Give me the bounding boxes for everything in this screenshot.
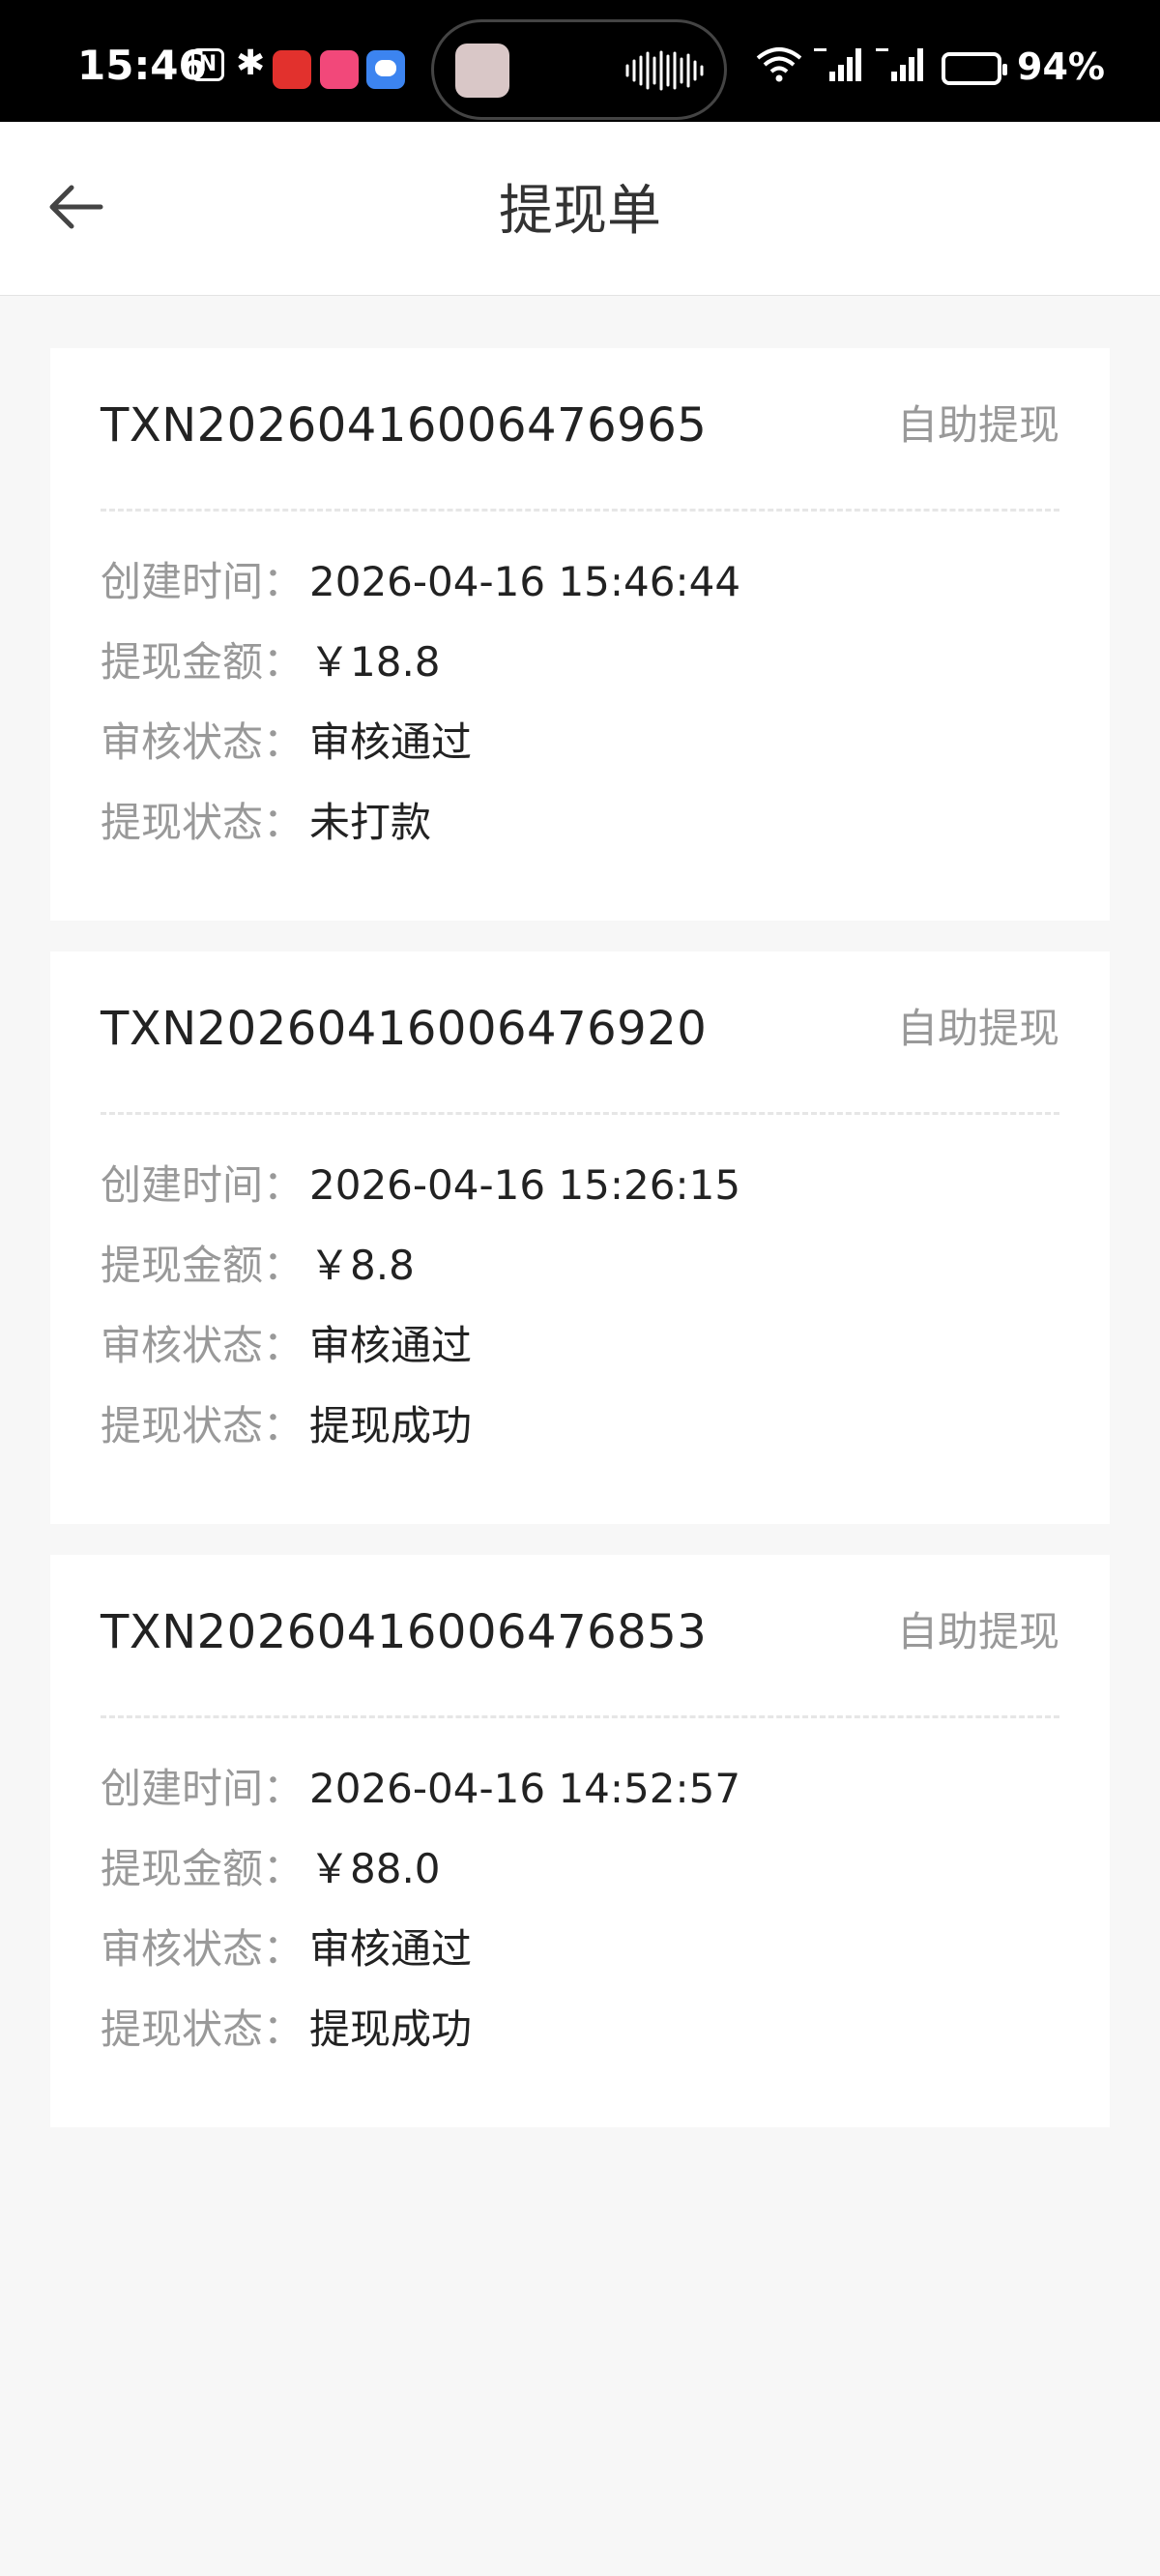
review-status-label: 审核状态：: [101, 718, 304, 766]
created-time-value: 2026-04-16 15:26:15: [309, 1161, 741, 1209]
media-thumbnail: [455, 44, 509, 98]
created-time-row: 创建时间： 2026-04-16 14:52:57: [101, 1764, 1059, 1844]
review-status-value: 审核通过: [309, 1925, 473, 1973]
created-time-value: 2026-04-16 15:46:44: [309, 558, 741, 605]
signal-5g-icon: [876, 48, 923, 81]
battery-percent: 94%: [1017, 45, 1105, 88]
card-header: TXN20260416006476920 自助提现: [101, 1000, 1059, 1058]
created-time-value: 2026-04-16 14:52:57: [309, 1765, 741, 1812]
top-app-bar: 提现单: [0, 122, 1160, 296]
review-status-row: 审核状态： 审核通过: [101, 1321, 1059, 1401]
review-status-label: 审核状态：: [101, 1322, 304, 1369]
amount-value: ￥8.8: [309, 1242, 415, 1289]
dashed-divider: [101, 1715, 1059, 1718]
signal-5g-icon: [814, 48, 861, 81]
amount-label: 提现金额：: [101, 638, 304, 686]
amount-value: ￥18.8: [309, 638, 441, 686]
created-time-row: 创建时间： 2026-04-16 15:26:15: [101, 1160, 1059, 1241]
created-time-label: 创建时间：: [101, 1765, 304, 1812]
order-type: 自助提现: [896, 401, 1059, 449]
page-title: 提现单: [499, 180, 661, 243]
dynamic-island[interactable]: [431, 19, 727, 120]
app-notification-icon: [273, 50, 311, 89]
app-notification-icon: [320, 50, 359, 89]
amount-row: 提现金额： ￥88.0: [101, 1844, 1059, 1924]
review-status-row: 审核状态： 审核通过: [101, 1924, 1059, 2005]
withdrawal-order-list: TXN20260416006476965 自助提现 创建时间： 2026-04-1…: [50, 348, 1110, 2158]
withdraw-status-row: 提现状态： 提现成功: [101, 1401, 1059, 1481]
withdrawal-order-card[interactable]: TXN20260416006476965 自助提现 创建时间： 2026-04-1…: [50, 348, 1110, 921]
status-bar: 15:46 N ✱ 94%: [0, 0, 1160, 122]
order-type: 自助提现: [896, 1005, 1059, 1052]
order-details: 创建时间： 2026-04-16 15:26:15 提现金额： ￥8.8 审核状态：…: [101, 1160, 1059, 1481]
created-time-label: 创建时间：: [101, 558, 304, 605]
audio-wave-icon: [625, 50, 704, 91]
order-number: TXN20260416006476920: [101, 1002, 708, 1056]
amount-value: ￥88.0: [309, 1845, 441, 1892]
bluetooth-icon: ✱: [236, 44, 266, 83]
order-number: TXN20260416006476853: [101, 1605, 708, 1659]
withdraw-status-value: 提现成功: [309, 1402, 473, 1449]
withdraw-status-label: 提现状态：: [101, 1402, 304, 1449]
card-header: TXN20260416006476853 自助提现: [101, 1603, 1059, 1661]
amount-row: 提现金额： ￥8.8: [101, 1241, 1059, 1321]
dashed-divider: [101, 509, 1059, 512]
card-header: TXN20260416006476965 自助提现: [101, 396, 1059, 454]
nfc-icon: N: [191, 48, 224, 81]
review-status-label: 审核状态：: [101, 1925, 304, 1973]
wifi-icon: [756, 47, 802, 82]
withdraw-status-row: 提现状态： 未打款: [101, 798, 1059, 878]
created-time-label: 创建时间：: [101, 1161, 304, 1209]
amount-label: 提现金额：: [101, 1242, 304, 1289]
order-details: 创建时间： 2026-04-16 14:52:57 提现金额： ￥88.0 审核状态…: [101, 1764, 1059, 2085]
withdraw-status-row: 提现状态： 提现成功: [101, 2005, 1059, 2085]
order-type: 自助提现: [896, 1608, 1059, 1655]
amount-label: 提现金额：: [101, 1845, 304, 1892]
message-icon: [366, 50, 405, 89]
amount-row: 提现金额： ￥18.8: [101, 637, 1059, 717]
withdrawal-order-card[interactable]: TXN20260416006476853 自助提现 创建时间： 2026-04-1…: [50, 1555, 1110, 2127]
status-time: 15:46: [77, 42, 207, 89]
order-number: TXN20260416006476965: [101, 398, 708, 453]
review-status-row: 审核状态： 审核通过: [101, 717, 1059, 798]
withdrawal-order-card[interactable]: TXN20260416006476920 自助提现 创建时间： 2026-04-1…: [50, 951, 1110, 1524]
withdraw-status-label: 提现状态：: [101, 2005, 304, 2053]
order-details: 创建时间： 2026-04-16 15:46:44 提现金额： ￥18.8 审核状态…: [101, 557, 1059, 878]
created-time-row: 创建时间： 2026-04-16 15:46:44: [101, 557, 1059, 637]
withdraw-status-value: 提现成功: [309, 2005, 473, 2053]
battery-charging-icon: [942, 52, 1007, 85]
dashed-divider: [101, 1112, 1059, 1115]
withdraw-status-value: 未打款: [309, 799, 432, 846]
review-status-value: 审核通过: [309, 1322, 473, 1369]
withdraw-status-label: 提现状态：: [101, 799, 304, 846]
review-status-value: 审核通过: [309, 718, 473, 766]
